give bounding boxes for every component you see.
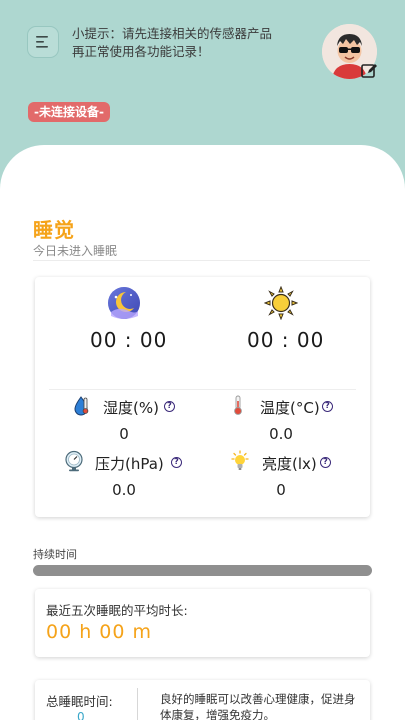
total-sleep-value: 0: [77, 710, 85, 720]
pressure-gauge-icon: [65, 450, 83, 472]
sleep-tip-line-1: 良好的睡眠可以改善心理健康，促进身: [160, 692, 356, 706]
average-sleep-label: 最近五次睡眠的平均时长:: [46, 603, 188, 618]
menu-button[interactable]: [27, 26, 59, 58]
brightness-help-icon[interactable]: ?: [320, 457, 331, 468]
lightbulb-icon: [231, 450, 249, 470]
sleep-time: 00 : 00: [90, 328, 168, 352]
brightness-label: 亮度(lx): [262, 455, 317, 473]
sleep-tip-line-2: 体康复，增强免疫力。: [160, 708, 275, 720]
sleep-status-text: 今日未进入睡眠: [33, 244, 118, 258]
edit-icon[interactable]: [361, 63, 377, 79]
total-sleep-card: 总睡眠时间: 0 良好的睡眠可以改善心理健康，促进身 体康复，增强免疫力。: [35, 680, 370, 720]
pressure-label: 压力(hPa): [95, 455, 164, 473]
hint-text: 小提示：请先连接相关的传感器产品 再正常使用各功能记录！: [72, 25, 302, 61]
title-divider: [33, 260, 370, 261]
brightness-value: 0: [276, 481, 286, 499]
wake-time: 00 : 00: [247, 328, 325, 352]
section-title: 睡觉: [33, 218, 75, 242]
humidity-value: 0: [119, 425, 129, 443]
average-sleep-value: 00 h 00 m: [46, 621, 153, 643]
total-card-divider: [137, 688, 138, 720]
hint-line-1: 小提示：请先连接相关的传感器产品: [72, 26, 273, 41]
device-status-badge[interactable]: -未连接设备-: [28, 102, 110, 122]
humidity-icon: [74, 396, 89, 416]
card-divider: [49, 389, 356, 390]
pressure-help-icon[interactable]: ?: [171, 457, 182, 468]
hint-line-2: 再正常使用各功能记录！: [72, 44, 210, 59]
menu-icon: [36, 36, 48, 48]
humidity-label: 湿度(%): [103, 399, 159, 417]
thermometer-icon: [234, 395, 242, 415]
duration-progress-bar: [33, 565, 372, 576]
sleep-tip-text: 良好的睡眠可以改善心理健康，促进身 体康复，增强免疫力。: [160, 691, 360, 720]
sun-icon: [264, 286, 298, 320]
humidity-help-icon[interactable]: ?: [164, 401, 175, 412]
temperature-label: 温度(°C): [260, 399, 320, 417]
moon-icon: [108, 287, 140, 319]
sleep-summary-card: 00 : 00 00 : 00 湿度(%) ? 0 温度(°C) ? 0.0 压…: [35, 277, 370, 517]
temperature-help-icon[interactable]: ?: [322, 401, 333, 412]
total-sleep-label: 总睡眠时间:: [46, 694, 113, 709]
pressure-value: 0.0: [112, 481, 136, 499]
temperature-value: 0.0: [269, 425, 293, 443]
duration-label: 持续时间: [33, 548, 77, 561]
average-sleep-card: 最近五次睡眠的平均时长: 00 h 00 m: [35, 589, 370, 657]
